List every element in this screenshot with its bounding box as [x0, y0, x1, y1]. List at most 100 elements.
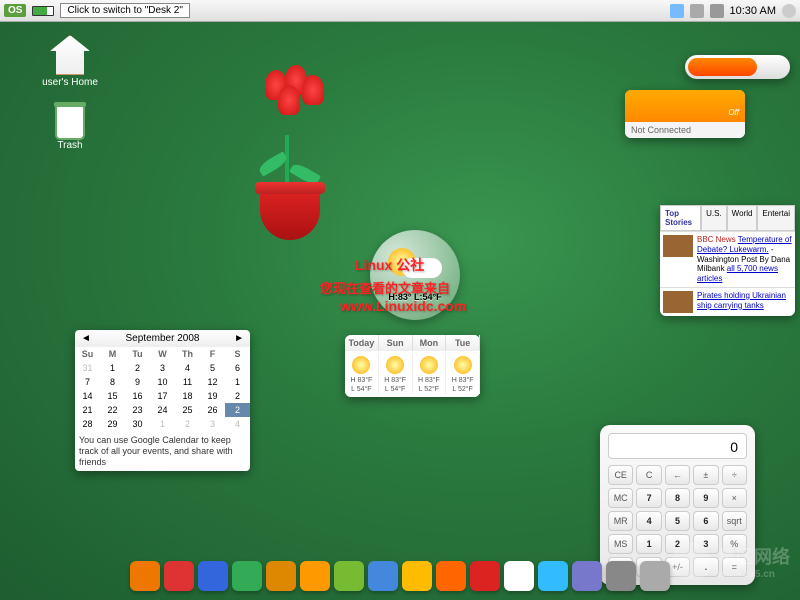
- dock-files[interactable]: [640, 561, 670, 591]
- calc-key-1[interactable]: 1: [636, 534, 661, 554]
- dock-youtube[interactable]: [470, 561, 500, 591]
- calendar-day[interactable]: 6: [225, 361, 250, 375]
- wifi-widget[interactable]: Off Not Connected: [625, 90, 745, 138]
- calendar-day[interactable]: 16: [125, 389, 150, 403]
- news-tab[interactable]: World: [727, 205, 758, 231]
- volume-icon[interactable]: [710, 4, 724, 18]
- calendar-day[interactable]: 15: [100, 389, 125, 403]
- news-tab[interactable]: U.S.: [701, 205, 727, 231]
- trash-label: Trash: [57, 140, 82, 151]
- trash-icon: [55, 105, 85, 140]
- calendar-day[interactable]: 22: [100, 403, 125, 417]
- calendar-day[interactable]: 4: [175, 361, 200, 375]
- dock-finder[interactable]: [606, 561, 636, 591]
- dock-rss[interactable]: [300, 561, 330, 591]
- calc-key-±[interactable]: ±: [693, 465, 718, 485]
- calc-key-9[interactable]: 9: [693, 488, 718, 508]
- cal-prev-button[interactable]: ◄: [81, 333, 91, 344]
- calendar-day[interactable]: 1: [100, 361, 125, 375]
- calendar-day[interactable]: 3: [200, 417, 225, 431]
- user-icon[interactable]: [782, 4, 796, 18]
- news-item[interactable]: BBC News Temperature of Debate? Lukewarm…: [660, 231, 795, 287]
- flower-widget[interactable]: [230, 60, 350, 240]
- calendar-day[interactable]: 31: [75, 361, 100, 375]
- news-link[interactable]: Pirates holding Ukrainian ship carrying …: [697, 291, 786, 310]
- os-logo[interactable]: OS: [4, 4, 26, 17]
- trash-desktop-icon[interactable]: Trash: [40, 105, 100, 151]
- tray-icon[interactable]: [670, 4, 684, 18]
- dock-drive[interactable]: [368, 561, 398, 591]
- calendar-day[interactable]: 3: [150, 361, 175, 375]
- calendar-day[interactable]: 11: [175, 375, 200, 389]
- calendar-day[interactable]: 17: [150, 389, 175, 403]
- news-tab[interactable]: Entertai: [757, 205, 795, 231]
- calendar-day[interactable]: 4: [225, 417, 250, 431]
- dock-blogger[interactable]: [436, 561, 466, 591]
- calc-key-CE[interactable]: CE: [608, 465, 633, 485]
- dock-calendar[interactable]: [198, 561, 228, 591]
- calendar-day[interactable]: 2: [175, 417, 200, 431]
- news-more-link[interactable]: all 5,700 news articles: [697, 264, 778, 283]
- calendar-day[interactable]: 1: [225, 375, 250, 389]
- calendar-day[interactable]: 7: [75, 375, 100, 389]
- calc-key-←[interactable]: ←: [665, 465, 690, 485]
- news-widget[interactable]: Top StoriesU.S.WorldEntertai BBC News Te…: [660, 205, 795, 316]
- dock-reader[interactable]: [266, 561, 296, 591]
- calc-key-sqrt[interactable]: sqrt: [722, 511, 747, 531]
- dock-skype[interactable]: [538, 561, 568, 591]
- calendar-day[interactable]: 9: [125, 375, 150, 389]
- calendar-day[interactable]: 30: [125, 417, 150, 431]
- calc-key-4[interactable]: 4: [636, 511, 661, 531]
- dock-shop[interactable]: [334, 561, 364, 591]
- calendar-day[interactable]: 8: [100, 375, 125, 389]
- calendar-day[interactable]: 1: [150, 417, 175, 431]
- home-icon: [50, 35, 90, 75]
- dock-notes[interactable]: [402, 561, 432, 591]
- calc-key-MS[interactable]: MS: [608, 534, 633, 554]
- calendar-day[interactable]: 25: [175, 403, 200, 417]
- calendar-day[interactable]: 28: [75, 417, 100, 431]
- dock-gmail[interactable]: [164, 561, 194, 591]
- calendar-day[interactable]: 23: [125, 403, 150, 417]
- desk-switcher[interactable]: Click to switch to "Desk 2": [60, 3, 189, 18]
- calc-key-C[interactable]: C: [636, 465, 661, 485]
- calc-key-MC[interactable]: MC: [608, 488, 633, 508]
- calc-key-5[interactable]: 5: [665, 511, 690, 531]
- calendar-day[interactable]: 21: [75, 403, 100, 417]
- battery-tray-icon[interactable]: [690, 4, 704, 18]
- calc-key-MR[interactable]: MR: [608, 511, 633, 531]
- dock-chat[interactable]: [504, 561, 534, 591]
- calendar-day[interactable]: 26: [200, 403, 225, 417]
- calendar-day[interactable]: 29: [100, 417, 125, 431]
- cal-next-button[interactable]: ►: [234, 333, 244, 344]
- news-tab[interactable]: Top Stories: [660, 205, 701, 231]
- dock-firefox[interactable]: [130, 561, 160, 591]
- calc-key-7[interactable]: 7: [636, 488, 661, 508]
- progress-widget[interactable]: [685, 55, 790, 79]
- clock[interactable]: 10:30 AM: [730, 5, 776, 17]
- calendar-day[interactable]: 14: [75, 389, 100, 403]
- forecast-widget[interactable]: TodaySunMonTue H 83°FL 54°FH 83°FL 54°FH…: [345, 335, 480, 397]
- watermark-text: 黑区网络: [718, 543, 790, 569]
- menubar-tray: 10:30 AM: [670, 4, 796, 18]
- calendar-day[interactable]: 12: [200, 375, 225, 389]
- dock-docs[interactable]: [232, 561, 262, 591]
- calendar-day[interactable]: 18: [175, 389, 200, 403]
- calc-key-8[interactable]: 8: [665, 488, 690, 508]
- home-desktop-icon[interactable]: user's Home: [40, 35, 100, 88]
- calendar-day[interactable]: 5: [200, 361, 225, 375]
- calendar-day[interactable]: 10: [150, 375, 175, 389]
- calendar-day[interactable]: 2: [225, 389, 250, 403]
- calendar-day[interactable]: 2: [225, 403, 250, 417]
- calendar-day[interactable]: 19: [200, 389, 225, 403]
- calendar-widget[interactable]: ◄ September 2008 ► SuMTuWThFS31123456789…: [75, 330, 250, 471]
- calc-key-6[interactable]: 6: [693, 511, 718, 531]
- forecast-day-header: Tue: [446, 335, 480, 351]
- calc-key-×[interactable]: ×: [722, 488, 747, 508]
- news-item[interactable]: Pirates holding Ukrainian ship carrying …: [660, 287, 795, 316]
- calendar-day[interactable]: 24: [150, 403, 175, 417]
- calendar-day[interactable]: 2: [125, 361, 150, 375]
- forecast-day: H 83°FL 54°F: [345, 354, 379, 394]
- dock-browser[interactable]: [572, 561, 602, 591]
- calc-key-÷[interactable]: ÷: [722, 465, 747, 485]
